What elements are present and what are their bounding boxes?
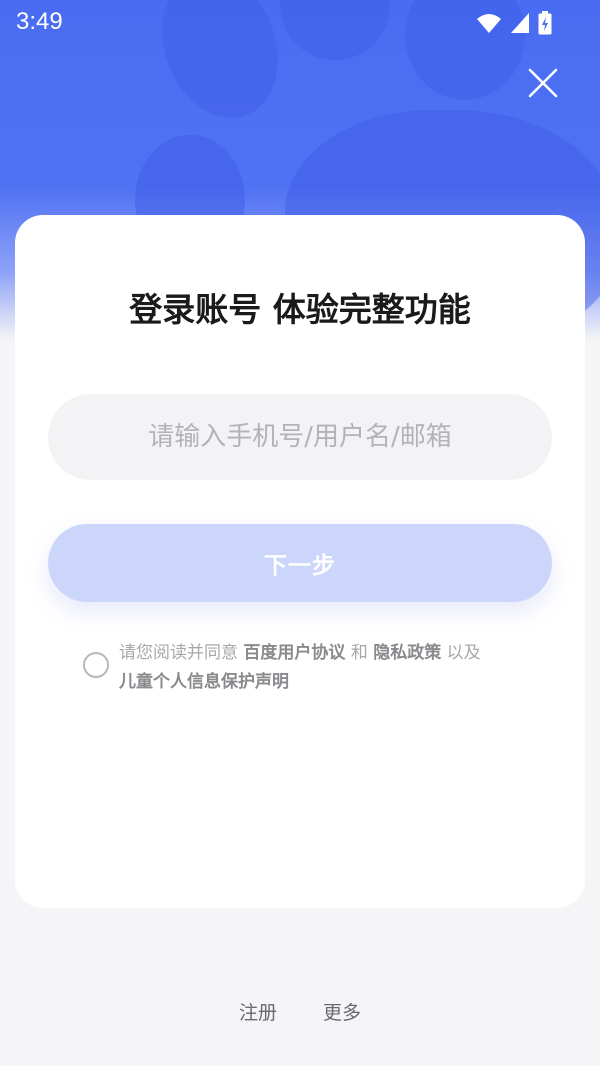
signal-icon: [511, 13, 529, 33]
close-icon: [528, 68, 558, 98]
agreement-text: 请您阅读并同意 百度用户协议 和 隐私政策 以及 儿童个人信息保护声明: [119, 639, 539, 697]
privacy-policy-link[interactable]: 隐私政策: [373, 643, 441, 663]
status-bar: 3:49: [0, 0, 600, 48]
login-card: 登录账号 体验完整功能 下一步 请您阅读并同意 百度用户协议 和 隐私政策 以及…: [15, 215, 585, 908]
wifi-icon: [477, 14, 501, 33]
agreement-checkbox[interactable]: [83, 652, 109, 678]
agreement-joiner: 和: [350, 643, 368, 663]
status-time: 3:49: [16, 8, 63, 35]
battery-charging-icon: [538, 11, 552, 35]
page-title: 登录账号 体验完整功能: [129, 290, 471, 329]
agreement-joiner-2: 以及: [446, 643, 481, 663]
more-link[interactable]: 更多: [323, 998, 361, 1025]
agreement-prefix: 请您阅读并同意: [119, 643, 238, 663]
footer-links: 注册 更多: [0, 998, 600, 1025]
next-button[interactable]: 下一步: [48, 524, 552, 602]
status-icons: [476, 10, 552, 36]
close-button[interactable]: [522, 62, 564, 104]
account-input[interactable]: [48, 394, 552, 480]
child-privacy-link[interactable]: 儿童个人信息保护声明: [119, 672, 289, 692]
user-agreement-link[interactable]: 百度用户协议: [243, 643, 345, 663]
register-link[interactable]: 注册: [239, 998, 277, 1025]
